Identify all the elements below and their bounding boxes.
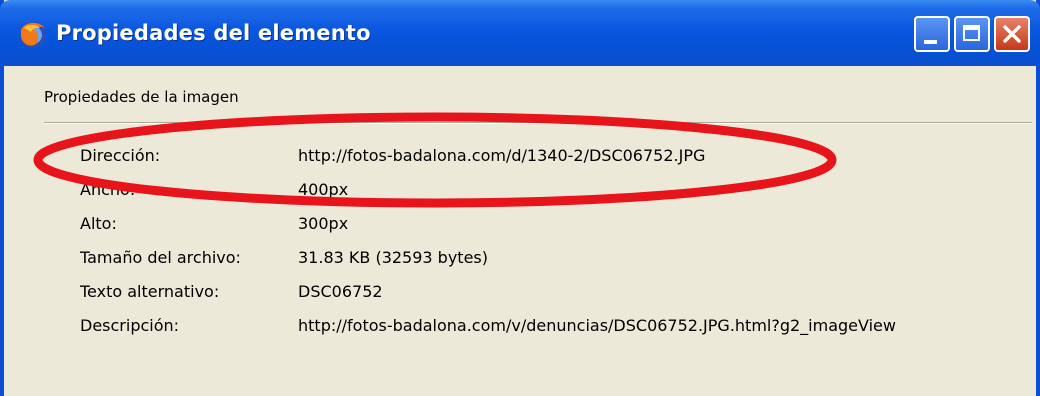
property-row-ancho: Ancho: 400px [8,180,1040,204]
property-label: Alto: [80,214,117,233]
property-row-alto: Alto: 300px [8,214,1040,238]
title-bar[interactable]: Propiedades del elemento [0,0,1040,66]
properties-panel: Propiedades de la imagen Dirección: http… [8,66,1040,396]
firefox-icon [20,22,46,48]
close-icon [1003,25,1021,43]
minimize-button[interactable] [914,16,950,52]
property-label: Tamaño del archivo: [80,248,241,267]
property-value[interactable]: 400px [298,180,348,199]
properties-window: Propiedades del elemento Propiedades de … [0,0,1040,396]
property-value[interactable]: http://fotos-badalona.com/d/1340-2/DSC06… [298,146,705,165]
property-row-direccion: Dirección: http://fotos-badalona.com/d/1… [8,146,1040,170]
property-label: Dirección: [80,146,161,165]
property-value[interactable]: DSC06752 [298,282,383,301]
property-label: Texto alternativo: [80,282,220,301]
section-label: Propiedades de la imagen [44,88,239,106]
property-label: Descripción: [80,316,180,335]
window-title: Propiedades del elemento [56,21,371,45]
property-row-texto-alternativo: Texto alternativo: DSC06752 [8,282,1040,306]
close-button[interactable] [994,16,1030,52]
property-value[interactable]: http://fotos-badalona.com/v/denuncias/DS… [298,316,896,335]
property-value[interactable]: 31.83 KB (32593 bytes) [298,248,488,267]
property-row-tamano: Tamaño del archivo: 31.83 KB (32593 byte… [8,248,1040,272]
property-row-descripcion: Descripción: http://fotos-badalona.com/v… [8,316,1040,340]
separator [44,122,1032,124]
property-label: Ancho: [80,180,136,199]
maximize-button[interactable] [954,16,990,52]
property-value[interactable]: 300px [298,214,348,233]
